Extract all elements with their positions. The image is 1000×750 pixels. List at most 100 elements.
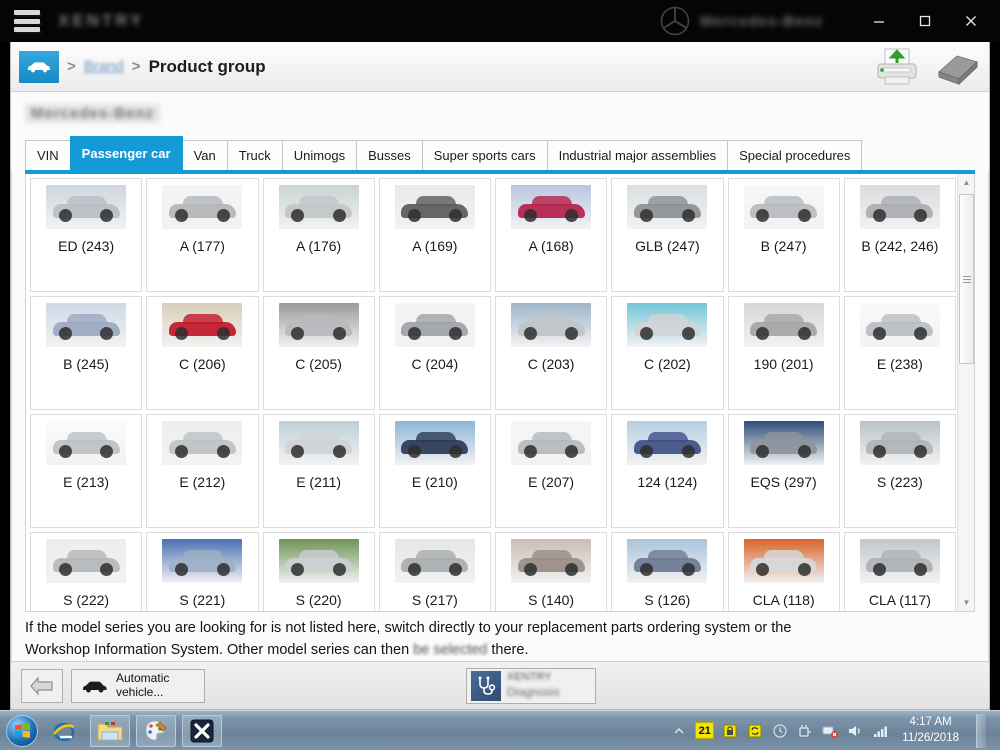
model-cell[interactable]: E (212) (146, 414, 259, 528)
model-cell[interactable]: 190 (201) (727, 296, 840, 410)
grid-scrollbar[interactable]: ▲ ▼ (957, 174, 974, 611)
tab-super-sports-cars[interactable]: Super sports cars (421, 140, 548, 170)
diagnosis-text: Diagnosis (507, 684, 560, 699)
model-cell[interactable]: B (242, 246) (843, 178, 956, 292)
model-thumbnail (394, 303, 475, 347)
taskbar-clock[interactable]: 4:17 AM 11/26/2018 (902, 715, 959, 746)
breadcrumb-current-product-group: Product group (148, 56, 266, 76)
model-cell[interactable]: S (220) (262, 532, 375, 611)
model-cell[interactable]: S (140) (495, 532, 608, 611)
tray-volume-icon[interactable] (846, 722, 864, 740)
tab-unimogs[interactable]: Unimogs (281, 140, 358, 170)
tray-plug-icon[interactable] (796, 722, 814, 740)
tray-sync-icon[interactable] (746, 722, 764, 740)
model-cell[interactable]: S (217) (378, 532, 491, 611)
diagnosis-button[interactable]: XENTRY Diagnosis (466, 667, 596, 704)
model-label: B (247) (760, 238, 807, 254)
model-cell[interactable]: A (177) (146, 178, 259, 292)
tab-truck[interactable]: Truck (226, 140, 283, 170)
model-cell[interactable]: C (206) (146, 296, 259, 410)
tab-special-procedures[interactable]: Special procedures (727, 140, 863, 170)
tab-industrial-major-assemblies[interactable]: Industrial major assemblies (546, 140, 729, 170)
model-cell[interactable]: CLA (118) (727, 532, 840, 611)
model-label: A (176) (296, 238, 342, 254)
model-thumbnail (743, 421, 824, 465)
model-cell[interactable]: B (245) (30, 296, 143, 410)
scroll-up-button[interactable]: ▲ (958, 174, 974, 191)
tab-passenger-car[interactable]: Passenger car (69, 136, 183, 170)
scroll-down-button[interactable]: ▼ (958, 594, 974, 611)
model-label: C (205) (295, 356, 342, 372)
model-label: GLB (247) (635, 238, 700, 254)
taskbar-item-file-explorer[interactable] (90, 714, 130, 747)
model-cell[interactable]: A (169) (378, 178, 491, 292)
model-cell[interactable]: C (203) (495, 296, 608, 410)
model-cell[interactable]: C (205) (262, 296, 375, 410)
home-car-icon[interactable] (19, 50, 59, 83)
model-thumbnail (162, 185, 243, 229)
model-cell[interactable]: B (247) (727, 178, 840, 292)
model-label: S (223) (876, 474, 923, 490)
tray-badge-21[interactable]: 21 (695, 722, 715, 739)
model-cell[interactable]: S (222) (30, 532, 143, 611)
model-cell[interactable]: C (202) (611, 296, 724, 410)
model-cell[interactable]: EQS (297) (727, 414, 840, 528)
model-cell[interactable]: GLB (247) (611, 178, 724, 292)
start-button[interactable] (6, 714, 38, 747)
model-thumbnail (46, 421, 127, 465)
model-thumbnail (162, 539, 243, 583)
model-grid-container: ED (243) A (177) A (176) A (169) A (168) GLB … (25, 174, 975, 612)
model-thumbnail (394, 185, 475, 229)
model-cell[interactable]: 124 (124) (611, 414, 724, 528)
notice-line-1: If the model series you are looking for … (25, 620, 792, 636)
show-desktop-button[interactable] (976, 713, 986, 748)
tab-busses[interactable]: Busses (356, 140, 423, 170)
model-cell[interactable]: A (168) (495, 178, 608, 292)
model-label: E (207) (528, 474, 575, 490)
model-cell[interactable]: E (211) (262, 414, 375, 528)
breadcrumb-link-brand[interactable]: Brand (84, 58, 124, 75)
model-cell[interactable]: S (126) (611, 532, 724, 611)
model-cell[interactable]: A (176) (262, 178, 375, 292)
model-cell[interactable]: E (210) (378, 414, 491, 528)
maximize-button[interactable] (902, 0, 948, 42)
taskbar-item-xentry[interactable] (182, 714, 222, 747)
model-thumbnail (627, 185, 708, 229)
book-icon[interactable] (935, 46, 981, 88)
model-cell[interactable]: C (204) (378, 296, 491, 410)
model-thumbnail (627, 303, 708, 347)
model-label: A (177) (179, 238, 225, 254)
tray-signal-icon[interactable] (871, 722, 889, 740)
minimize-button[interactable] (856, 0, 902, 42)
car-icon (83, 681, 107, 692)
notice-line-2a: Workshop Information System. Other model… (25, 641, 414, 658)
model-cell[interactable]: E (238) (843, 296, 956, 410)
tab-van[interactable]: Van (181, 140, 228, 170)
tray-network-error-icon[interactable] (821, 722, 839, 740)
model-cell[interactable]: S (221) (146, 532, 259, 611)
automatic-vehicle-button[interactable]: Automatic vehicle... (71, 668, 205, 703)
notice-text: If the model series you are looking for … (25, 618, 975, 662)
model-cell[interactable]: ED (243) (30, 178, 143, 292)
tray-lock-icon[interactable] (721, 722, 739, 740)
model-cell[interactable]: CLA (117) (843, 532, 956, 611)
printer-upload-icon[interactable] (871, 46, 923, 88)
tab-vin[interactable]: VIN (25, 140, 71, 170)
model-label: B (245) (63, 356, 110, 372)
model-cell[interactable]: E (213) (30, 414, 143, 528)
model-cell[interactable]: S (223) (843, 414, 956, 528)
model-thumbnail (627, 539, 708, 583)
show-hidden-icons-button[interactable] (670, 722, 688, 740)
scrollbar-thumb[interactable] (959, 194, 974, 364)
model-thumbnail (46, 185, 127, 229)
close-button[interactable] (948, 0, 994, 42)
taskbar-item-paint[interactable] (136, 714, 176, 747)
taskbar-item-internet-explorer[interactable] (44, 715, 84, 747)
model-thumbnail (278, 303, 359, 347)
back-button[interactable] (21, 668, 63, 703)
menu-hamburger-icon[interactable] (14, 10, 40, 32)
model-thumbnail (46, 539, 127, 583)
notice-line-2b: there. (487, 641, 529, 658)
tray-clock-icon[interactable] (771, 722, 789, 740)
model-cell[interactable]: E (207) (495, 414, 608, 528)
